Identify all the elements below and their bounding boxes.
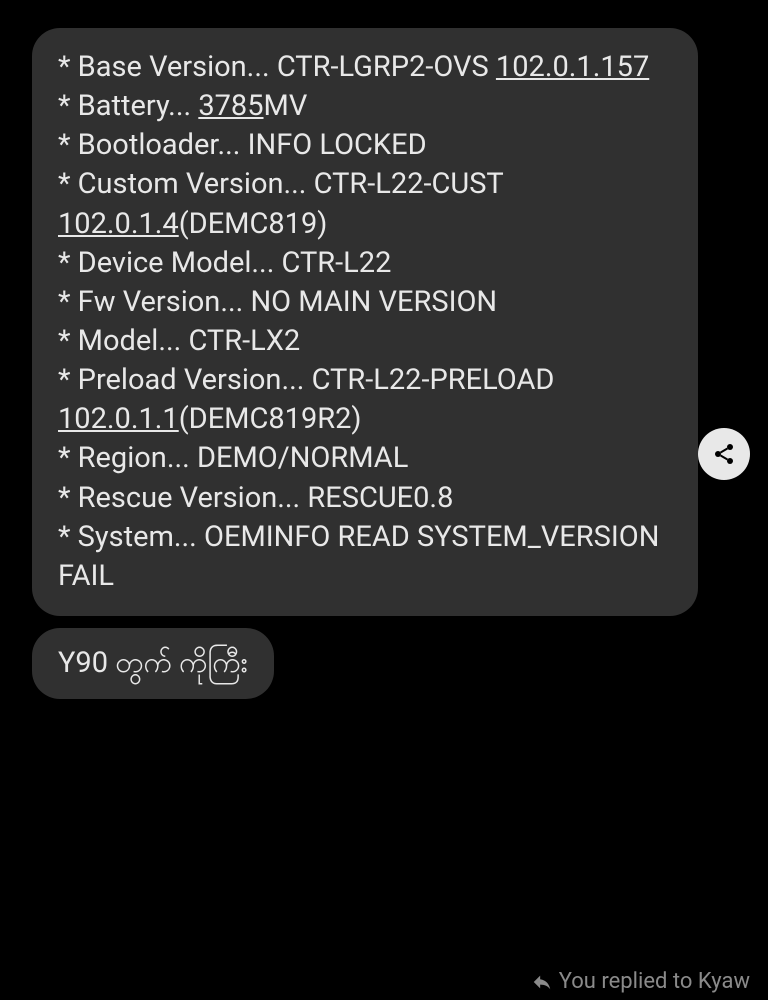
share-icon (712, 442, 736, 466)
preload-version-suffix: (DEMC819R2) (179, 402, 362, 436)
region-line: * Region... DEMO/NORMAL (58, 441, 408, 475)
battery-value: 3785 (198, 89, 263, 123)
info-line: * Battery... 3785MV (58, 89, 307, 123)
preload-version-value: 102.0.1.1 (58, 402, 179, 436)
base-version-value: 102.0.1.157 (496, 50, 649, 84)
fw-version-line: * Fw Version... NO MAIN VERSION (58, 285, 497, 319)
info-line: * Base Version... CTR-LGRP2-OVS 102.0.1.… (58, 50, 649, 84)
battery-unit: MV (264, 89, 308, 123)
reply-arrow-icon (531, 971, 553, 993)
info-line: * Custom Version... CTR-L22-CUST 102.0.1… (58, 167, 503, 240)
chat-message-bubble-reply[interactable]: Y90 တွက် ကိုကြီး (32, 628, 274, 699)
bootloader-line: * Bootloader... INFO LOCKED (58, 128, 427, 162)
battery-label: * Battery... (58, 89, 198, 123)
reply-text: Y90 တွက် ကိုကြီး (58, 646, 248, 680)
custom-version-value: 102.0.1.4 (58, 207, 179, 241)
preload-version-label: * Preload Version... CTR-L22-PRELOAD (58, 363, 554, 397)
custom-version-suffix: (DEMC819) (179, 207, 328, 241)
reply-indicator: You replied to Kyaw (531, 969, 750, 994)
custom-version-label: * Custom Version... CTR-L22-CUST (58, 167, 503, 201)
device-model-line: * Device Model... CTR-L22 (58, 246, 391, 280)
info-line: * Preload Version... CTR-L22-PRELOAD 102… (58, 363, 554, 436)
reply-indicator-text: You replied to Kyaw (559, 969, 750, 994)
base-version-label: * Base Version... CTR-LGRP2-OVS (58, 50, 496, 84)
system-line: * System... OEMINFO READ SYSTEM_VERSION … (58, 520, 659, 593)
share-button[interactable] (698, 428, 750, 480)
chat-message-bubble[interactable]: * Base Version... CTR-LGRP2-OVS 102.0.1.… (32, 28, 698, 616)
model-line: * Model... CTR-LX2 (58, 324, 300, 358)
rescue-version-line: * Rescue Version... RESCUE0.8 (58, 481, 453, 515)
